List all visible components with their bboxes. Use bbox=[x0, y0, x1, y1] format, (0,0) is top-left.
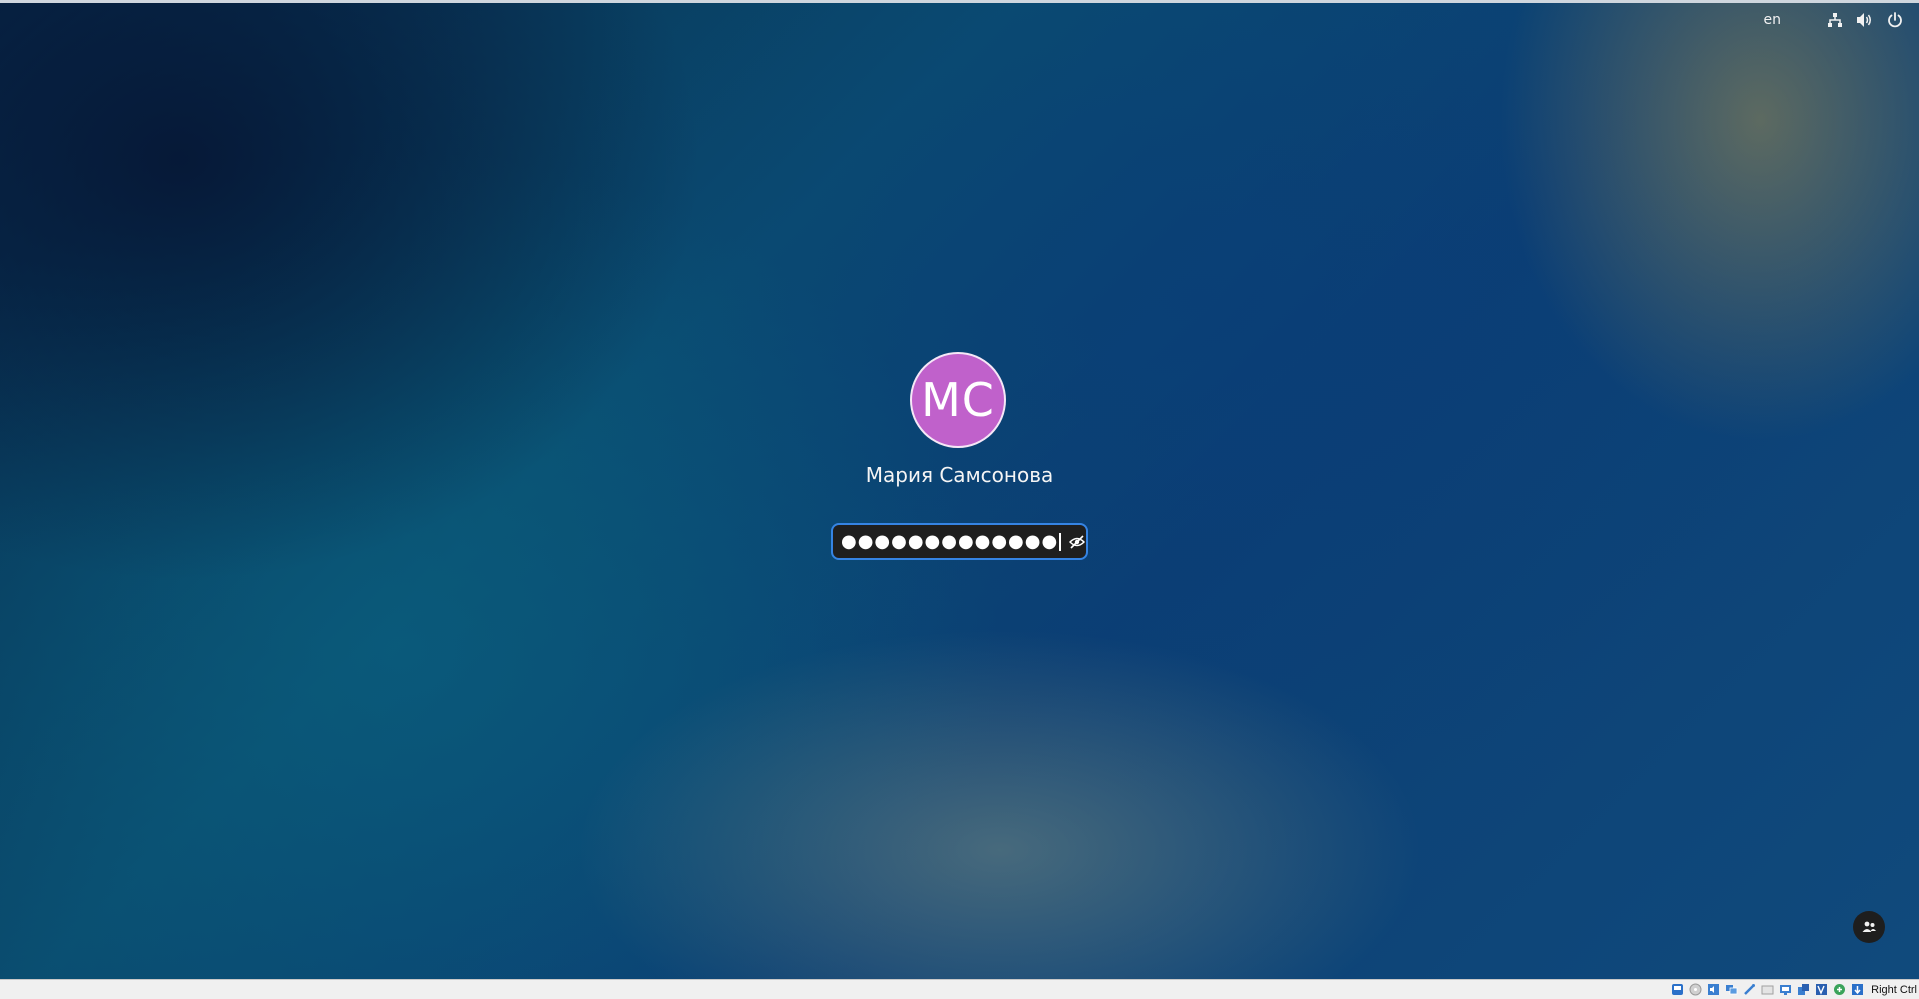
optical-drive-icon[interactable] bbox=[1688, 982, 1703, 997]
network-icon[interactable] bbox=[1724, 982, 1739, 997]
user-switch-icon[interactable] bbox=[1853, 911, 1885, 943]
avatar-initials: MC bbox=[921, 373, 995, 427]
usb-icon[interactable] bbox=[1742, 982, 1757, 997]
user-name: Мария Самсонова bbox=[865, 463, 1054, 487]
shared-folders-icon[interactable] bbox=[1760, 982, 1775, 997]
login-dialog: MC Мария Самсонова ●●●●●●●●●●●●● bbox=[0, 0, 1919, 979]
user-avatar: MC bbox=[910, 352, 1006, 448]
vm-status-bar: Right Ctrl bbox=[0, 979, 1919, 999]
keyboard-icon[interactable] bbox=[1850, 982, 1865, 997]
host-key-label: Right Ctrl bbox=[1871, 983, 1917, 996]
display-icon[interactable] bbox=[1778, 982, 1793, 997]
hard-disk-icon[interactable] bbox=[1670, 982, 1685, 997]
password-input[interactable]: ●●●●●●●●●●●●● bbox=[833, 525, 1069, 558]
text-caret bbox=[1059, 532, 1062, 551]
password-masked-value: ●●●●●●●●●●●●● bbox=[841, 531, 1059, 552]
eye-hidden-icon[interactable] bbox=[1069, 527, 1086, 557]
password-field[interactable]: ●●●●●●●●●●●●● bbox=[831, 523, 1088, 560]
login-screen: en MC Мария Самсонова ●●●●●●●●●●●●● bbox=[0, 0, 1919, 979]
video-capture-icon[interactable] bbox=[1796, 982, 1811, 997]
audio-icon[interactable] bbox=[1706, 982, 1721, 997]
mouse-integration-icon[interactable] bbox=[1832, 982, 1847, 997]
cpu-icon[interactable] bbox=[1814, 982, 1829, 997]
